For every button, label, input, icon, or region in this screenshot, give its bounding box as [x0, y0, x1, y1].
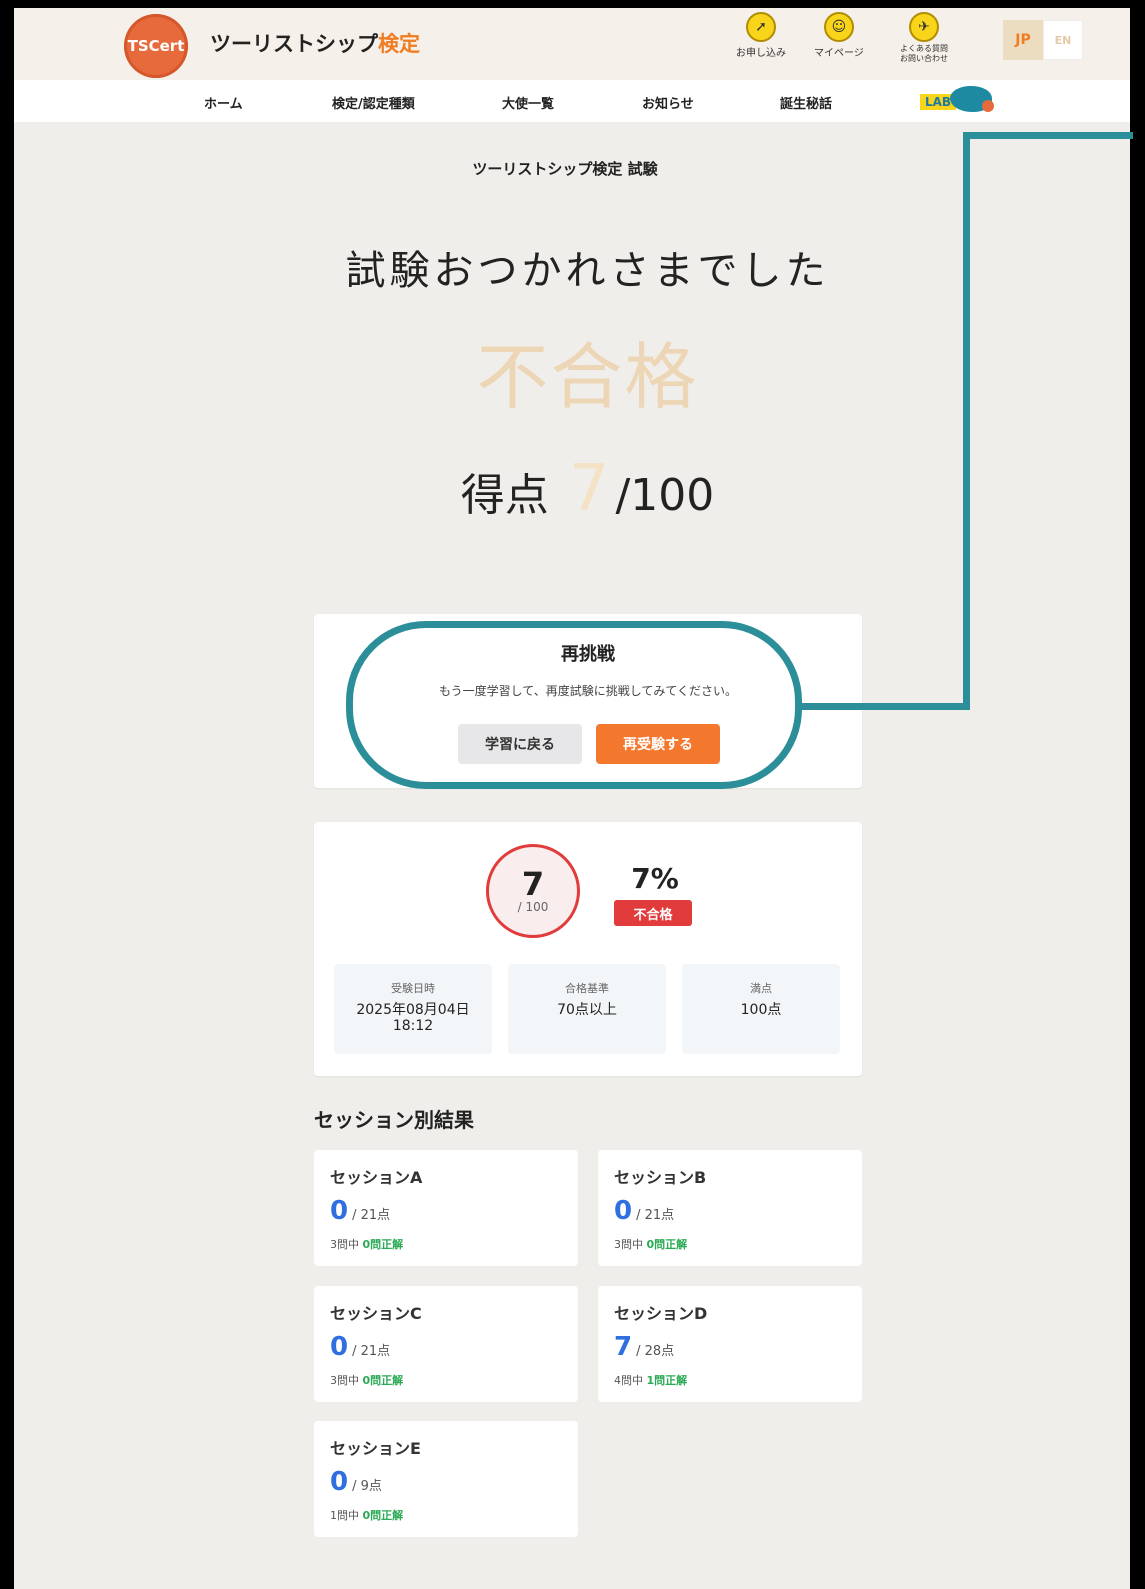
- session-card-b: セッションB 0/ 21点 3問中 0問正解: [598, 1150, 862, 1266]
- stat-label: 受験日時: [391, 982, 435, 995]
- exam-breadcrumb: ツーリストシップ検定 試験: [472, 160, 658, 178]
- language-switcher: JP EN: [1003, 20, 1083, 60]
- callout-line: [800, 703, 970, 710]
- session-max: / 21点: [352, 1344, 391, 1359]
- user-icon: ☺: [823, 12, 854, 42]
- score-percent: 7%: [631, 862, 679, 895]
- lang-en-button[interactable]: EN: [1043, 20, 1083, 60]
- session-name: セッションB: [614, 1168, 707, 1187]
- nav-lab[interactable]: LAB: [920, 84, 1000, 116]
- stat-pass-criteria: 合格基準 70点以上: [508, 964, 666, 1054]
- correct-count: 0問正解: [646, 1238, 688, 1251]
- apply-label: お申し込み: [736, 48, 786, 59]
- question-total: 3問中: [330, 1374, 359, 1387]
- faq-label: よくある質問 お問い合わせ: [900, 44, 948, 63]
- question-total: 3問中: [614, 1238, 643, 1251]
- logo-text: TSCert: [127, 37, 185, 55]
- session-name: セッションE: [330, 1439, 421, 1458]
- stat-label: 満点: [750, 982, 772, 995]
- cursor-icon: ➚: [746, 12, 776, 42]
- stat-label: 合格基準: [565, 982, 609, 995]
- mypage-label: マイページ: [814, 48, 864, 59]
- nav-ambassadors[interactable]: 大使一覧: [502, 93, 554, 112]
- session-score: 0: [330, 1196, 349, 1226]
- callout-line-top: [963, 132, 1133, 139]
- session-max: / 21点: [636, 1208, 675, 1223]
- session-name: セッションA: [330, 1168, 423, 1187]
- stat-full-score: 満点 100点: [682, 964, 840, 1054]
- session-card-c: セッションC 0/ 21点 3問中 0問正解: [314, 1286, 578, 1402]
- question-total: 4問中: [614, 1374, 643, 1387]
- session-results-title: セッション別結果: [314, 1108, 474, 1132]
- session-points: 0/ 21点: [330, 1196, 390, 1226]
- session-score: 7: [614, 1332, 633, 1362]
- session-accuracy: 4問中 1問正解: [614, 1372, 687, 1388]
- lab-dot-icon: [982, 100, 994, 112]
- score-display: 得点 7/100: [0, 452, 1145, 526]
- correct-count: 0問正解: [362, 1374, 404, 1387]
- correct-count: 1問正解: [646, 1374, 688, 1387]
- paper-plane-icon: ✈: [909, 12, 939, 42]
- question-total: 3問中: [330, 1238, 359, 1251]
- session-score: 0: [330, 1467, 349, 1497]
- score-ring: 7 / 100: [486, 844, 580, 938]
- session-card-a: セッションA 0/ 21点 3問中 0問正解: [314, 1150, 578, 1266]
- session-points: 0/ 21点: [330, 1332, 390, 1362]
- page-title: 試験おつかれさまでした: [345, 248, 830, 294]
- brand-main: ツーリストシップ: [210, 32, 378, 56]
- session-accuracy: 1問中 0問正解: [330, 1507, 403, 1523]
- brand-title[interactable]: ツーリストシップ検定: [210, 28, 420, 58]
- faq-link[interactable]: ✈ よくある質問 お問い合わせ: [892, 12, 956, 64]
- session-points: 0/ 9点: [330, 1467, 382, 1497]
- score-label: 得点: [460, 470, 549, 521]
- session-points: 0/ 21点: [614, 1196, 674, 1226]
- session-points: 7/ 28点: [614, 1332, 674, 1362]
- ring-out-of: / 100: [517, 900, 549, 914]
- session-name: セッションC: [330, 1304, 422, 1323]
- stat-value: 100点: [740, 1002, 782, 1018]
- status-badge: 不合格: [614, 900, 692, 926]
- ring-score: 7: [521, 865, 545, 903]
- correct-count: 0問正解: [362, 1509, 404, 1522]
- session-name: セッションD: [614, 1304, 708, 1323]
- session-max: / 21点: [352, 1208, 391, 1223]
- session-score: 0: [330, 1332, 349, 1362]
- session-max: / 28点: [636, 1344, 675, 1359]
- tscert-logo[interactable]: TSCert: [124, 14, 188, 78]
- site-header: TSCert ツーリストシップ検定 ➚ お申し込み ☺ マイページ ✈ よくある…: [14, 8, 1130, 80]
- apply-link[interactable]: ➚ お申し込み: [736, 12, 786, 59]
- result-status: 不合格: [476, 335, 699, 419]
- lang-jp-button[interactable]: JP: [1003, 20, 1043, 60]
- main-nav: ホーム 検定/認定種類 大使一覧 お知らせ 誕生秘話 LAB: [14, 80, 1130, 122]
- score-value: 7: [568, 452, 610, 526]
- score-total: /100: [615, 470, 715, 521]
- nav-news[interactable]: お知らせ: [642, 93, 694, 112]
- nav-home[interactable]: ホーム: [204, 93, 243, 112]
- mypage-link[interactable]: ☺ マイページ: [814, 12, 864, 59]
- nav-exam-types[interactable]: 検定/認定種類: [332, 93, 415, 112]
- brand-accent: 検定: [378, 32, 420, 56]
- callout-line-vertical: [963, 132, 970, 710]
- stat-value: 2025年08月04日 18:12: [356, 1002, 470, 1034]
- session-max: / 9点: [352, 1479, 382, 1494]
- session-card-e: セッションE 0/ 9点 1問中 0問正解: [314, 1421, 578, 1537]
- highlight-outline: [346, 621, 802, 789]
- stat-value: 70点以上: [557, 1002, 617, 1018]
- correct-count: 0問正解: [362, 1238, 404, 1251]
- stat-exam-date: 受験日時 2025年08月04日 18:12: [334, 964, 492, 1054]
- session-accuracy: 3問中 0問正解: [614, 1236, 687, 1252]
- session-score: 0: [614, 1196, 633, 1226]
- score-summary-card: 7 / 100 7% 不合格 受験日時 2025年08月04日 18:12 合格…: [314, 822, 862, 1076]
- question-total: 1問中: [330, 1509, 359, 1522]
- session-accuracy: 3問中 0問正解: [330, 1372, 403, 1388]
- session-card-d: セッションD 7/ 28点 4問中 1問正解: [598, 1286, 862, 1402]
- nav-origin-story[interactable]: 誕生秘話: [780, 93, 832, 112]
- session-accuracy: 3問中 0問正解: [330, 1236, 403, 1252]
